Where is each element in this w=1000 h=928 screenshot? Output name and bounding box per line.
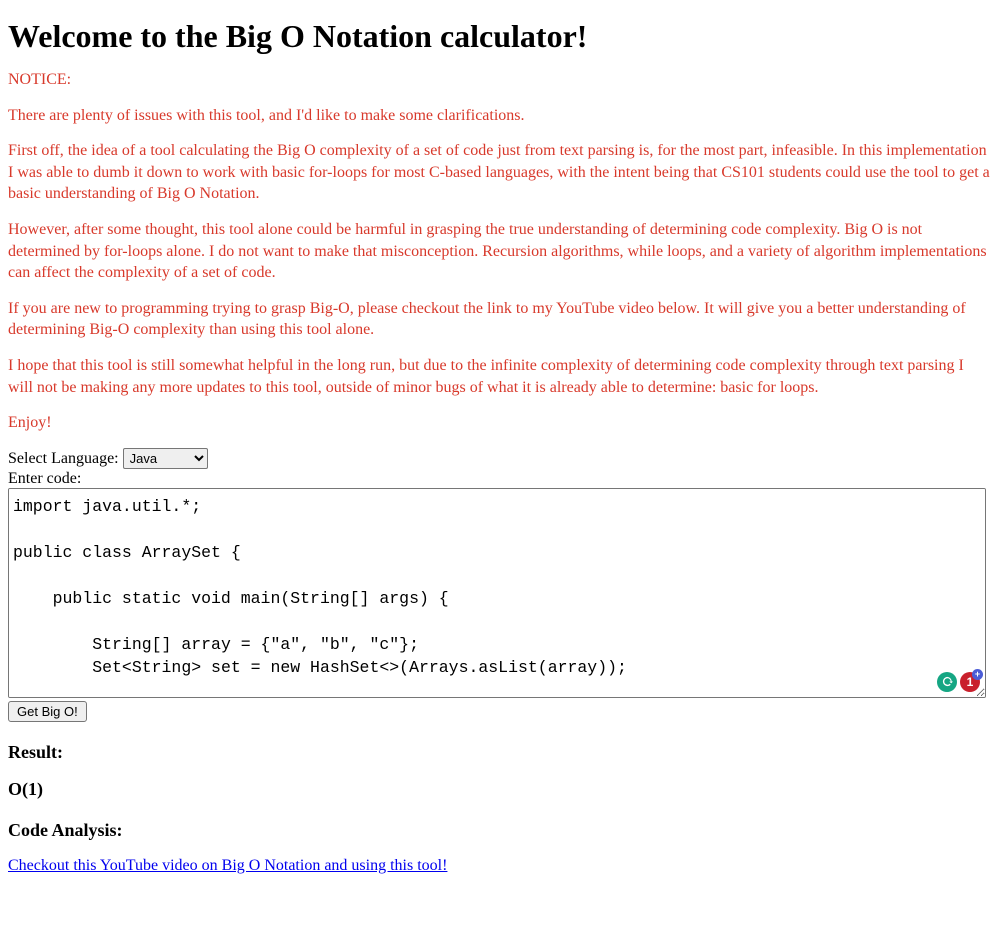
notice-paragraph-1: There are plenty of issues with this too… (8, 105, 992, 127)
code-input[interactable] (8, 488, 986, 698)
grammarly-icon[interactable] (937, 672, 957, 692)
notice-paragraph-3: However, after some thought, this tool a… (8, 219, 992, 284)
notice-paragraph-5: I hope that this tool is still somewhat … (8, 355, 992, 398)
youtube-link[interactable]: Checkout this YouTube video on Big O Not… (8, 857, 447, 874)
language-label: Select Language: (8, 450, 119, 467)
plus-icon: + (972, 669, 983, 680)
code-analysis-heading: Code Analysis: (8, 820, 992, 841)
notice-paragraph-6: Enjoy! (8, 412, 992, 434)
notice-paragraph-2: First off, the idea of a tool calculatin… (8, 140, 992, 205)
notice-paragraph-4: If you are new to programming trying to … (8, 298, 992, 341)
enter-code-label: Enter code: (8, 470, 992, 488)
grammarly-count-badge[interactable]: 1 + (960, 672, 980, 692)
result-heading: Result: (8, 742, 992, 763)
language-select[interactable]: Java (123, 448, 208, 469)
grammarly-widget[interactable]: 1 + (937, 672, 980, 692)
page-title: Welcome to the Big O Notation calculator… (8, 18, 992, 55)
notice-heading: NOTICE: (8, 69, 992, 91)
get-big-o-button[interactable]: Get Big O! (8, 701, 87, 722)
result-value: O(1) (8, 779, 992, 800)
